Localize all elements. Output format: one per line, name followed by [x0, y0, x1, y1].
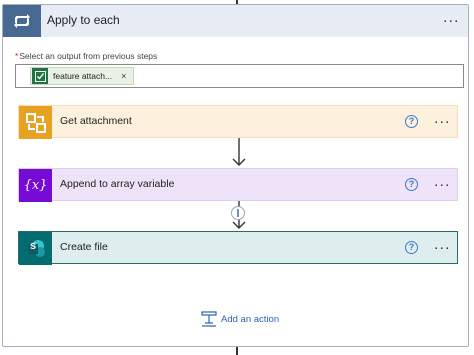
sharepoint-icon: s	[19, 232, 52, 265]
token-remove-icon[interactable]: ×	[121, 71, 126, 81]
append-to-array-variable-title: Append to array variable	[60, 178, 175, 190]
required-asterisk: *	[15, 51, 19, 61]
create-file-more-options-button[interactable]: ···	[430, 240, 454, 255]
connector-arrow-icon	[232, 138, 246, 166]
loop-icon	[3, 5, 41, 37]
select-output-input[interactable]: feature attach... ×	[15, 64, 464, 88]
add-an-action-label: Add an action	[221, 313, 280, 325]
attachment-connector-icon	[19, 106, 52, 139]
create-file-card[interactable]: s Create file ? ···	[18, 231, 458, 265]
get-attachment-title: Get attachment	[60, 115, 132, 127]
insert-step-icon	[237, 209, 239, 217]
token-label: feature attach...	[53, 71, 113, 81]
apply-to-each-title: Apply to each	[47, 13, 120, 27]
outgoing-connector-line	[236, 347, 238, 355]
excel-sheet-icon	[32, 68, 48, 84]
help-icon[interactable]: ?	[405, 241, 418, 254]
add-action-icon	[201, 311, 217, 327]
apply-to-each-scope: Apply to each ··· *Select an output from…	[2, 4, 469, 347]
append-to-array-variable-card[interactable]: {x} Append to array variable ? ···	[18, 168, 458, 202]
sharepoint-glyph: s	[30, 240, 37, 252]
select-output-label-text: Select an output from previous steps	[19, 51, 158, 61]
insert-step-button[interactable]	[231, 206, 245, 220]
get-attachment-card[interactable]: Get attachment ? ···	[18, 105, 458, 139]
get-attachment-more-options-button[interactable]: ···	[430, 114, 454, 129]
append-more-options-button[interactable]: ···	[430, 177, 454, 192]
variable-icon-glyph: {x}	[23, 178, 48, 193]
help-icon[interactable]: ?	[405, 178, 418, 191]
add-an-action-button[interactable]: Add an action	[201, 310, 279, 328]
variable-icon: {x}	[19, 169, 52, 202]
create-file-title: Create file	[60, 241, 108, 253]
apply-to-each-header[interactable]: Apply to each ···	[3, 5, 468, 37]
apply-to-each-more-options-button[interactable]: ···	[439, 13, 463, 28]
help-icon[interactable]: ?	[405, 115, 418, 128]
select-output-label: *Select an output from previous steps	[15, 51, 157, 61]
dynamic-content-token[interactable]: feature attach... ×	[30, 67, 134, 85]
